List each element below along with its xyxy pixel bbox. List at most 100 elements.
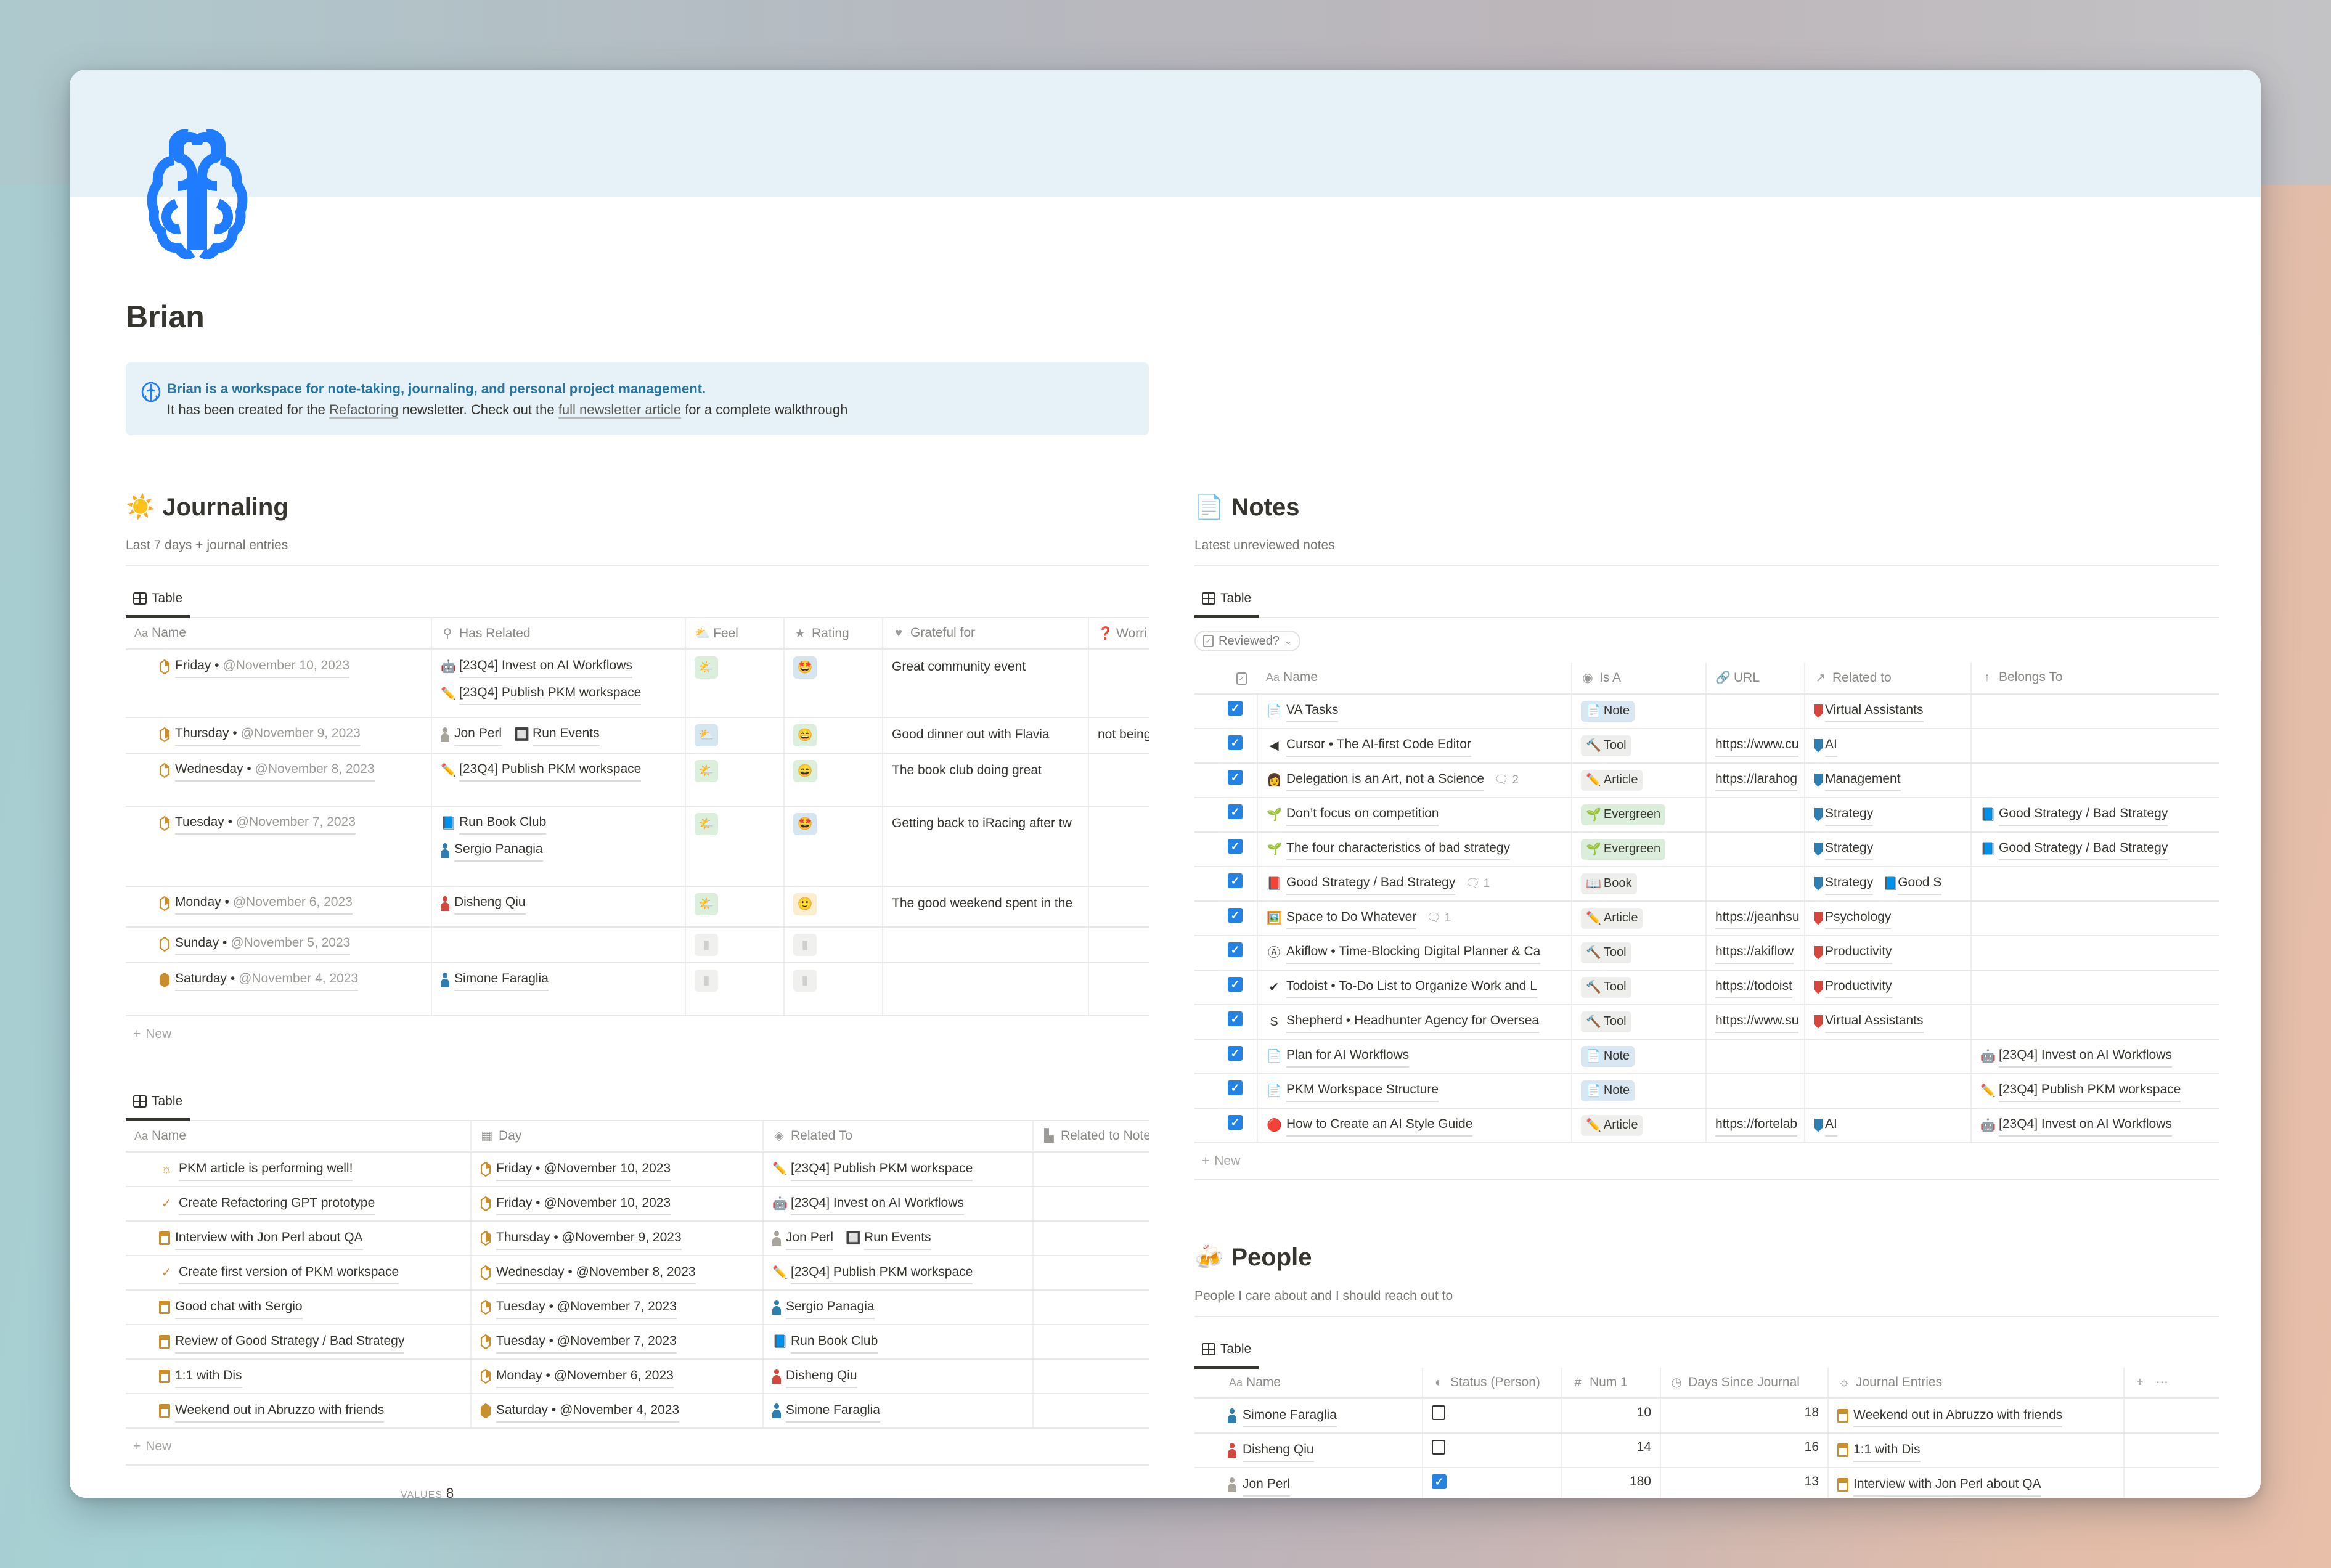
reviewed-cell[interactable]: ✓ xyxy=(1194,970,1258,1005)
relation-link[interactable]: 📘 Good Strategy / Bad Strategy xyxy=(1980,803,2168,826)
journal-entry-name[interactable]: Saturday • @November 4, 2023 xyxy=(134,970,422,991)
comment-count[interactable]: 🗨 2 xyxy=(1494,770,1519,791)
feel-cell[interactable]: ▮ xyxy=(685,962,785,1016)
topic-link[interactable]: Strategy xyxy=(1814,838,1874,860)
topic-link[interactable]: 📘 Good S xyxy=(1883,872,1942,895)
journal-entries-cell[interactable]: Weekend out in Abruzzo with friends xyxy=(1828,1398,2125,1434)
relation-link[interactable]: Jon Perl xyxy=(772,1227,834,1250)
related-to-note-cell[interactable] xyxy=(1033,1325,1149,1360)
person-name[interactable]: Disheng Qiu xyxy=(1203,1440,1413,1462)
is-a-cell[interactable]: 🔨 Tool xyxy=(1572,728,1707,764)
reviewed-cell[interactable]: ✓ xyxy=(1194,762,1258,798)
belongs-cell[interactable] xyxy=(1971,693,2219,729)
name-cell[interactable]: ◀ Cursor • The AI-first Code Editor xyxy=(1257,728,1572,764)
name-cell[interactable]: ☼ PKM article is performing well! xyxy=(126,1151,472,1187)
related-cell[interactable]: Strategy xyxy=(1805,797,1972,833)
belongs-cell[interactable] xyxy=(1971,728,2219,764)
related-cell[interactable]: Strategy 📘 Good S xyxy=(1805,866,1972,902)
reviewed-cell[interactable]: ✓ xyxy=(1194,900,1258,936)
column-header-related-to[interactable]: ↗ Related to xyxy=(1805,663,1972,695)
grateful-cell[interactable]: The good weekend spent in the xyxy=(883,886,1089,928)
status-checkbox[interactable] xyxy=(1432,1440,1445,1455)
note-name[interactable]: Ⓐ Akiflow • Time-Blocking Digital Planner… xyxy=(1267,942,1562,964)
grateful-cell[interactable] xyxy=(883,962,1089,1016)
is-a-cell[interactable]: 📖 Book xyxy=(1572,866,1707,902)
day-link[interactable]: Monday • @November 6, 2023 xyxy=(480,1366,754,1388)
note-name[interactable]: 🌱 Don’t focus on competition xyxy=(1267,804,1562,826)
table-row[interactable]: ✓ ✔ Todoist • To-Do List to Organize Work … xyxy=(1194,970,2219,1005)
note-name[interactable]: S Shepherd • Headhunter Agency for Overse… xyxy=(1267,1011,1562,1033)
related-cell[interactable]: Management xyxy=(1805,762,1972,798)
related-to-note-cell[interactable] xyxy=(1033,1186,1149,1222)
url-cell[interactable]: https://jeanhsu xyxy=(1706,900,1805,936)
relation-link[interactable]: ✏️ [23Q4] Publish PKM workspace xyxy=(441,682,642,705)
table-row[interactable]: Good chat with Sergio Tuesday • @November… xyxy=(126,1290,1149,1325)
note-name[interactable]: 📄 PKM Workspace Structure xyxy=(1267,1080,1562,1102)
topic-link[interactable]: Productivity xyxy=(1814,941,1892,964)
table-row[interactable]: ✓ 🔴 How to Create an AI Style Guide ✏️ Artic… xyxy=(1194,1108,2219,1143)
related-to-cell[interactable]: Jon Perl 🔲 Run Events xyxy=(763,1221,1034,1256)
reviewed-checkbox[interactable]: ✓ xyxy=(1228,735,1243,750)
belongs-cell[interactable] xyxy=(1971,1004,2219,1040)
related-to-cell[interactable]: Disheng Qiu xyxy=(763,1359,1034,1394)
day-cell[interactable]: Tuesday • @November 7, 2023 xyxy=(471,1290,764,1325)
belongs-cell[interactable] xyxy=(1971,900,2219,936)
table-row[interactable]: Saturday • @November 4, 2023 Simone Farag… xyxy=(126,962,1149,1016)
reviewed-checkbox[interactable]: ✓ xyxy=(1228,907,1243,923)
related-to-cell[interactable]: 🤖 [23Q4] Invest on AI Workflows xyxy=(763,1186,1034,1222)
date-mention[interactable]: @November 9, 2023 xyxy=(241,726,361,740)
table-row[interactable]: ✓ ◀ Cursor • The AI-first Code Editor 🔨 Tool… xyxy=(1194,728,2219,764)
url-cell[interactable]: https://larahog xyxy=(1706,762,1805,798)
column-header-journal-entries[interactable]: ☼ Journal Entries xyxy=(1828,1367,2125,1399)
relation-link[interactable]: ✏️ [23Q4] Publish PKM workspace xyxy=(1980,1079,2181,1102)
reviewed-cell[interactable]: ✓ xyxy=(1194,1004,1258,1040)
tab-table[interactable]: Table xyxy=(126,1083,190,1121)
column-header-name[interactable]: Aa Name xyxy=(1194,1367,1423,1399)
topic-link[interactable]: AI xyxy=(1814,1114,1837,1137)
name-cell[interactable]: Good chat with Sergio xyxy=(126,1290,472,1325)
is-a-cell[interactable]: 📄 Note xyxy=(1572,1073,1707,1109)
url-cell[interactable] xyxy=(1706,797,1805,833)
reviewed-checkbox[interactable]: ✓ xyxy=(1228,873,1243,888)
journal-entry-name[interactable]: Friday • @November 10, 2023 xyxy=(134,656,422,678)
reviewed-checkbox[interactable]: ✓ xyxy=(1228,1080,1243,1095)
reviewed-cell[interactable]: ✓ xyxy=(1194,935,1258,971)
journal-entry-name[interactable]: Monday • @November 6, 2023 xyxy=(134,893,422,915)
has-related-cell[interactable]: Simone Faraglia xyxy=(431,962,686,1016)
reviewed-cell[interactable]: ✓ xyxy=(1194,1073,1258,1109)
reviewed-checkbox[interactable]: ✓ xyxy=(1228,1114,1243,1130)
day-link[interactable]: Tuesday • @November 7, 2023 xyxy=(480,1331,754,1354)
journal-entry-link[interactable]: Interview with Jon Perl about QA xyxy=(1837,1474,2115,1497)
relation-link[interactable]: 📘 Good Strategy / Bad Strategy xyxy=(1980,838,2168,860)
name-cell[interactable]: 🌱 Don’t focus on competition xyxy=(1257,797,1572,833)
has-related-cell[interactable]: Jon Perl 🔲 Run Events xyxy=(431,717,686,754)
name-cell[interactable]: 1:1 with Dis xyxy=(126,1359,472,1394)
is-a-cell[interactable]: 🌱 Evergreen xyxy=(1572,797,1707,833)
url-cell[interactable]: https://www.su xyxy=(1706,1004,1805,1040)
table-row[interactable]: ✓ 📄 Plan for AI Workflows 📄 Note 🤖 [23Q4] Inve… xyxy=(1194,1039,2219,1074)
belongs-cell[interactable]: ✏️ [23Q4] Publish PKM workspace xyxy=(1971,1073,2219,1109)
belongs-cell[interactable] xyxy=(1971,866,2219,902)
worries-cell[interactable] xyxy=(1088,753,1149,807)
column-header-feel[interactable]: ⛅ Feel xyxy=(685,618,785,650)
topic-link[interactable]: Productivity xyxy=(1814,976,1892,998)
worries-cell[interactable] xyxy=(1088,926,1149,963)
table-row[interactable]: ✓ 🌱 The four characteristics of bad strate… xyxy=(1194,831,2219,867)
is-a-cell[interactable]: 🔨 Tool xyxy=(1572,1004,1707,1040)
related-cell[interactable]: AI xyxy=(1805,728,1972,764)
column-header-reviewed[interactable]: ✓ xyxy=(1194,663,1257,695)
days-since-cell[interactable]: 13 xyxy=(1660,1468,1829,1498)
note-name[interactable]: 📕 Good Strategy / Bad Strategy 🗨 1 xyxy=(1267,873,1562,895)
is-a-cell[interactable]: 📄 Note xyxy=(1572,1039,1707,1074)
journal-entries-cell[interactable]: 1:1 with Dis xyxy=(1828,1433,2125,1468)
feel-cell[interactable]: 🌤️ xyxy=(685,753,785,807)
reviewed-cell[interactable]: ✓ xyxy=(1194,866,1258,902)
reviewed-checkbox[interactable]: ✓ xyxy=(1228,942,1243,957)
relation-link[interactable]: Disheng Qiu xyxy=(772,1365,857,1388)
url-link[interactable]: https://todoist xyxy=(1715,977,1795,998)
table-row[interactable]: ✓ 📄 PKM Workspace Structure 📄 Note ✏️ [23Q4] P… xyxy=(1194,1073,2219,1109)
name-cell[interactable]: Thursday • @November 9, 2023 xyxy=(126,717,432,754)
date-mention[interactable]: @November 4, 2023 xyxy=(239,971,358,986)
table-row[interactable]: Tuesday • @November 7, 2023 📘 Run Book Clu… xyxy=(126,806,1149,887)
name-cell[interactable]: ✔ Todoist • To-Do List to Organize Work a… xyxy=(1257,970,1572,1005)
